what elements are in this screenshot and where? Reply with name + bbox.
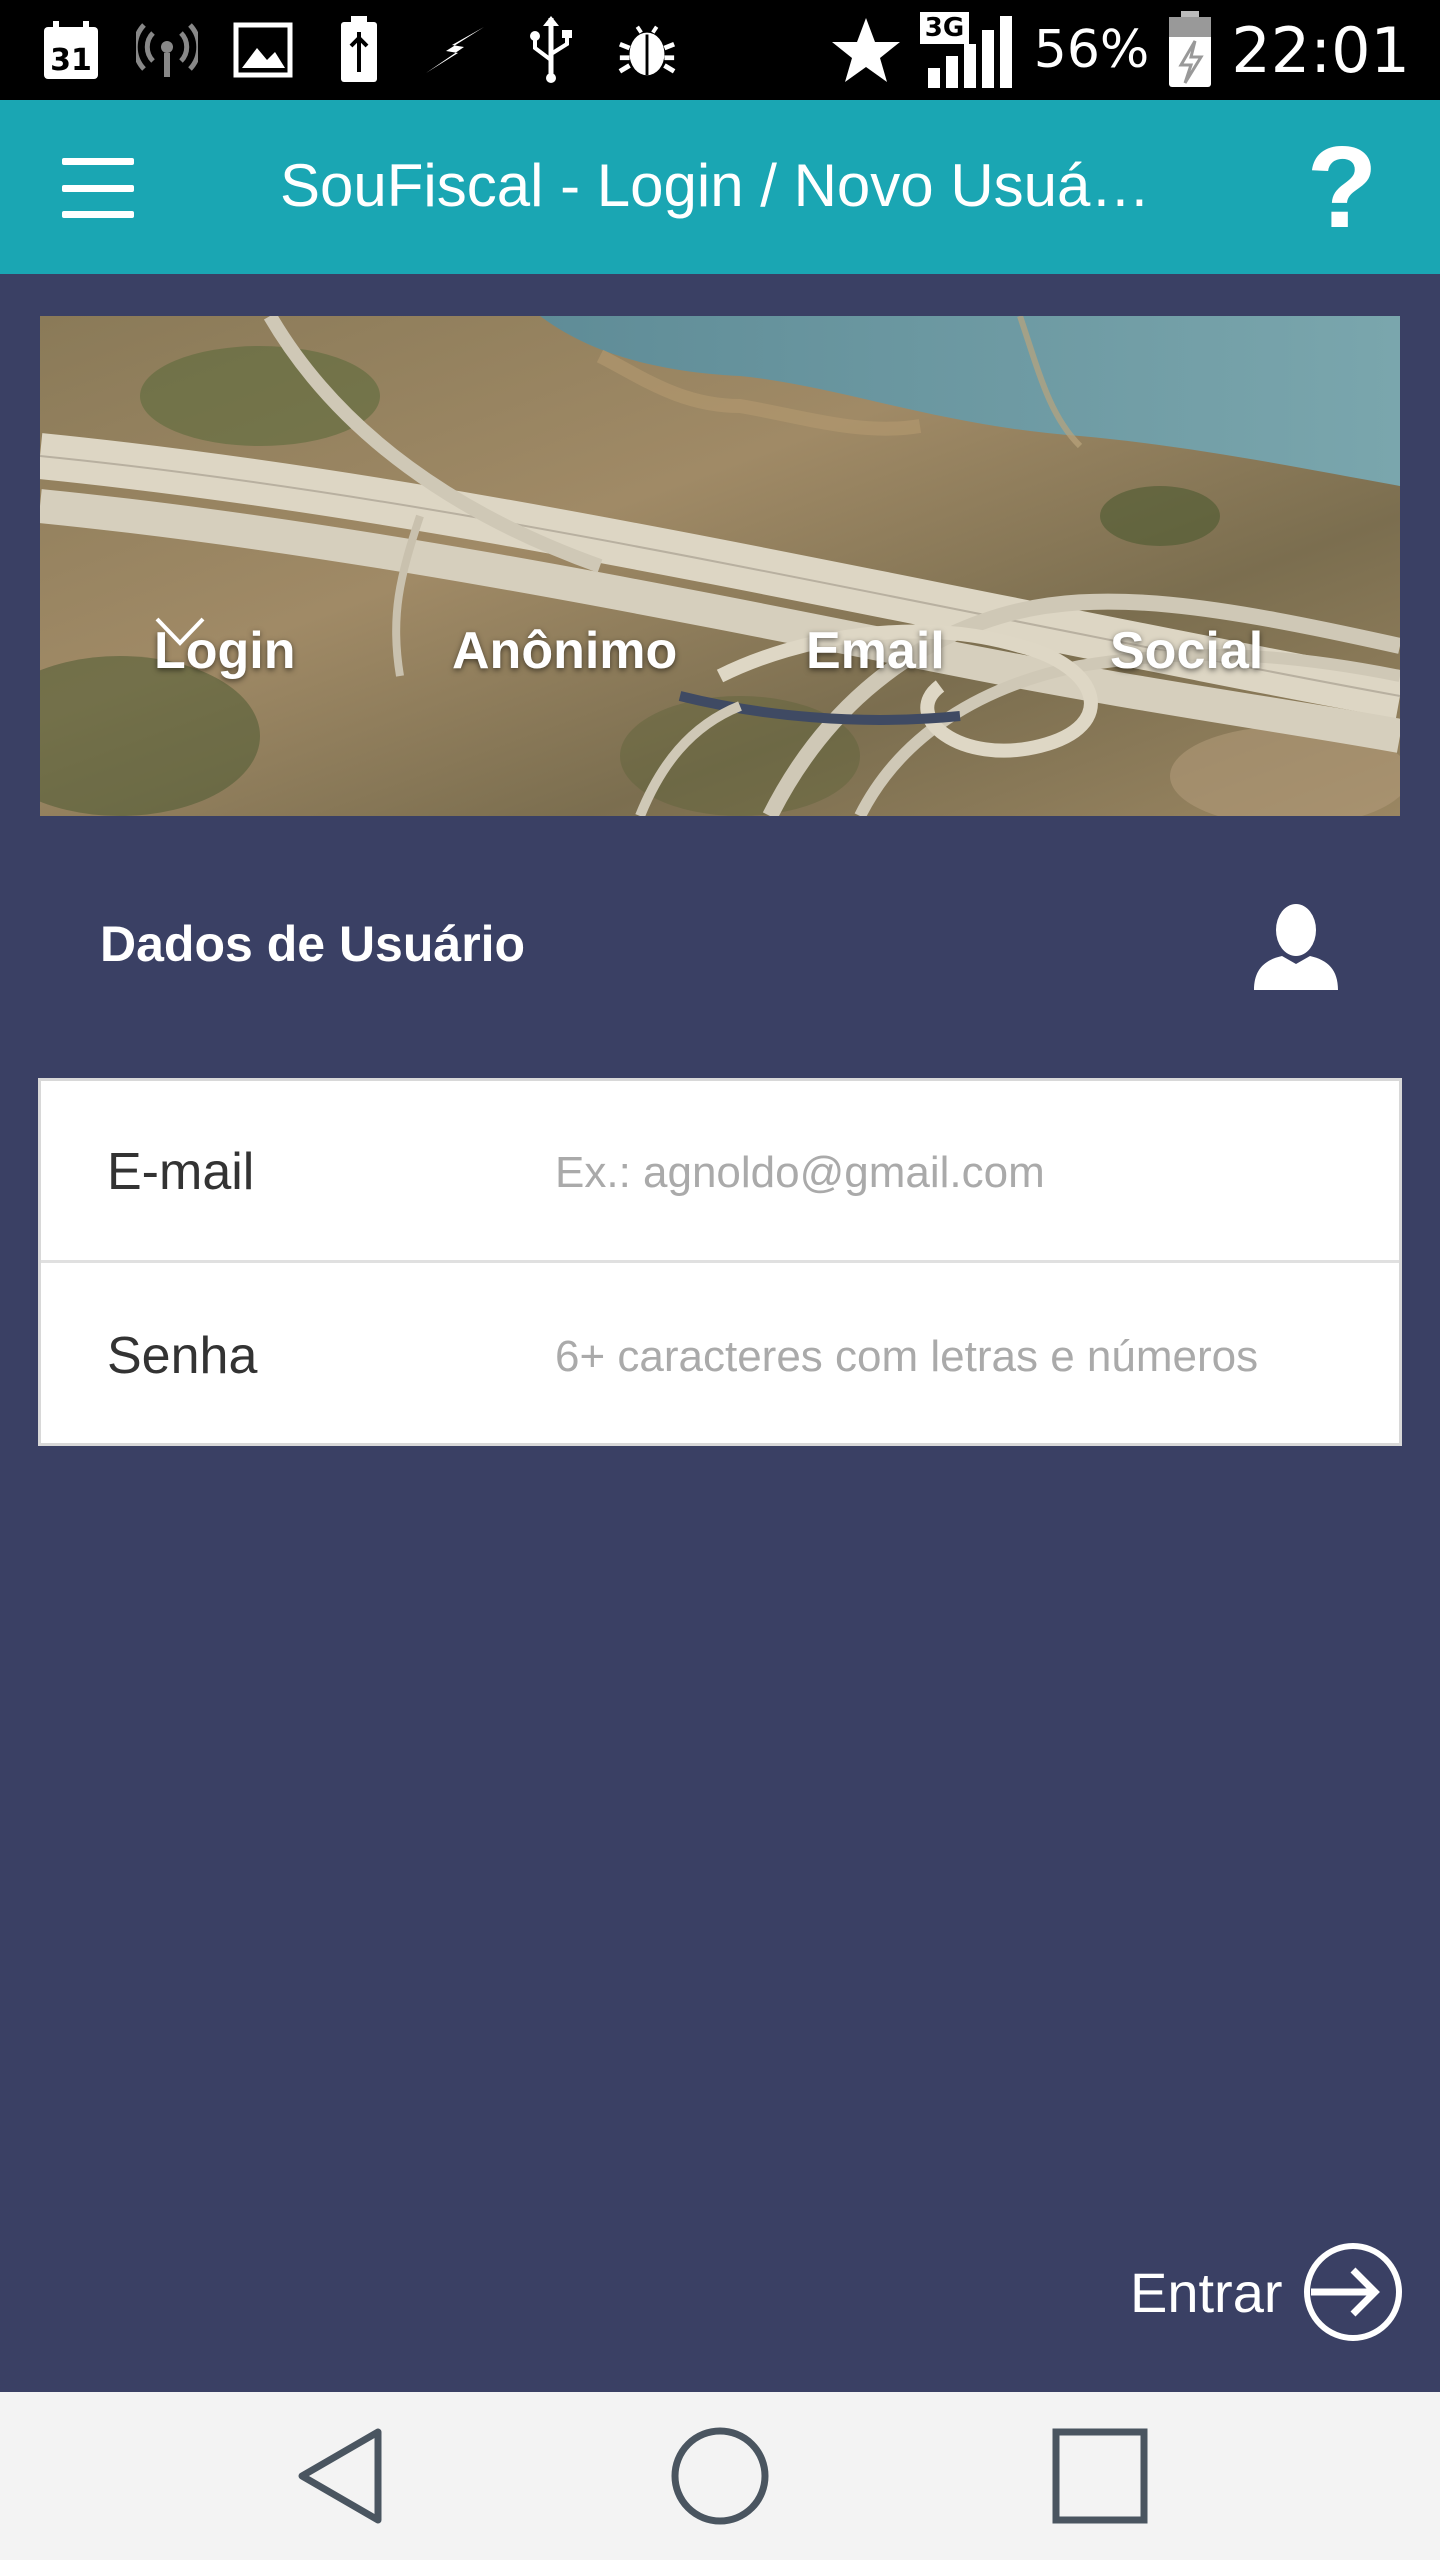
- chevron-down-icon: [155, 617, 205, 646]
- signal-strength-icon: [927, 16, 1012, 88]
- login-mode-tabs: Login Anônimo Email Social: [40, 616, 1400, 686]
- system-nav-bar: [0, 2392, 1440, 2560]
- back-triangle-icon: [298, 2428, 382, 2524]
- hero-banner: Login Anônimo Email Social: [40, 316, 1400, 816]
- help-button[interactable]: ?: [1302, 128, 1382, 246]
- email-field[interactable]: [555, 1131, 1355, 1215]
- usb-icon: [520, 16, 582, 83]
- password-row: Senha: [41, 1265, 1399, 1447]
- hamburger-icon-line: [62, 158, 134, 165]
- flash-icon: [424, 19, 486, 81]
- user-icon: [1254, 904, 1338, 990]
- entrar-label: Entrar: [1130, 2260, 1283, 2324]
- status-bar: 31 3G 56% 22:01: [0, 0, 1440, 100]
- network-signal: 3G: [919, 10, 1016, 90]
- entrar-button[interactable]: Entrar: [1130, 2236, 1405, 2348]
- page-title: SouFiscal - Login / Novo Usuá…: [280, 152, 1151, 219]
- calendar-day: 31: [50, 43, 92, 78]
- tab-social[interactable]: Social: [1110, 616, 1263, 686]
- android-debug-icon: [616, 19, 678, 81]
- star-icon: [831, 18, 900, 82]
- wifi-hotspot-icon: [136, 19, 198, 81]
- battery-percent: 56%: [1033, 20, 1150, 80]
- hamburger-icon-line: [62, 184, 134, 192]
- aerial-highway-image: [40, 316, 1400, 816]
- login-form: E-mail Senha: [38, 1078, 1402, 1446]
- home-circle-icon: [671, 2427, 769, 2525]
- calendar-icon: 31: [40, 19, 102, 81]
- status-icons-right: 3G 56% 22:01: [830, 0, 1410, 100]
- recent-apps-button[interactable]: [1040, 2420, 1160, 2532]
- recent-square-icon: [1052, 2428, 1148, 2524]
- hamburger-icon-line: [62, 211, 134, 218]
- clock: 22:01: [1231, 13, 1410, 87]
- email-label: E-mail: [107, 1143, 255, 1201]
- image-icon: [232, 19, 294, 81]
- status-icons-left: 31: [40, 14, 678, 86]
- password-field[interactable]: [555, 1315, 1355, 1399]
- email-row: E-mail: [41, 1081, 1399, 1263]
- password-label: Senha: [107, 1327, 258, 1385]
- tab-login[interactable]: Login: [154, 616, 296, 686]
- battery-charging-icon: [1169, 11, 1212, 87]
- app-bar: SouFiscal - Login / Novo Usuá… ?: [0, 100, 1440, 274]
- tab-anonimo[interactable]: Anônimo: [452, 616, 677, 686]
- tab-email[interactable]: Email: [806, 616, 945, 686]
- menu-button[interactable]: [62, 158, 134, 218]
- back-button[interactable]: [280, 2420, 400, 2532]
- battery-usb-icon: [328, 16, 390, 82]
- section-title: Dados de Usuário: [100, 916, 526, 972]
- arrow-right-circle-icon: [1303, 2243, 1402, 2341]
- home-button[interactable]: [660, 2420, 780, 2532]
